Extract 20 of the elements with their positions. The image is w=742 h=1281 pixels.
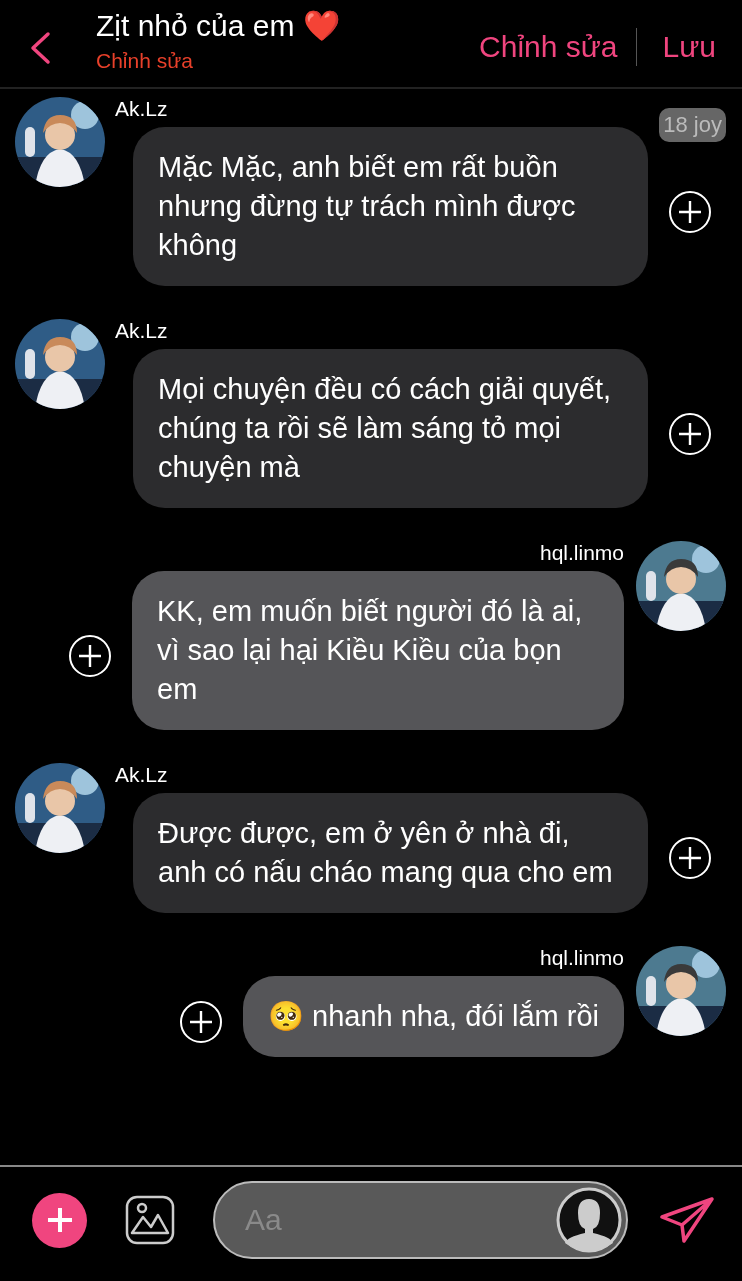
add-icon[interactable]	[668, 189, 712, 234]
send-icon[interactable]	[660, 1197, 714, 1243]
tag-badge: 18 joy	[659, 108, 726, 142]
chat-title: Zịt nhỏ của em ❤	[96, 8, 341, 43]
add-icon[interactable]	[68, 633, 112, 678]
sender-name: hql.linmo	[539, 541, 624, 565]
profile-icon[interactable]	[556, 1187, 622, 1253]
add-icon[interactable]	[178, 999, 223, 1044]
edit-link[interactable]: Chỉnh sửa	[96, 49, 480, 73]
add-icon[interactable]	[668, 411, 712, 456]
edit-button[interactable]: Chỉnh sửa	[479, 30, 618, 64]
image-icon[interactable]	[125, 1195, 175, 1245]
sender-name: hql.linmo	[539, 946, 624, 970]
add-button[interactable]	[32, 1192, 87, 1248]
sender-name: Ak.Lz	[115, 319, 168, 343]
add-icon[interactable]	[668, 836, 712, 880]
sender-name: Ak.Lz	[115, 763, 168, 787]
save-button[interactable]: Lưu	[662, 30, 716, 64]
back-icon[interactable]	[28, 30, 52, 66]
sender-name: Ak.Lz	[115, 97, 168, 121]
